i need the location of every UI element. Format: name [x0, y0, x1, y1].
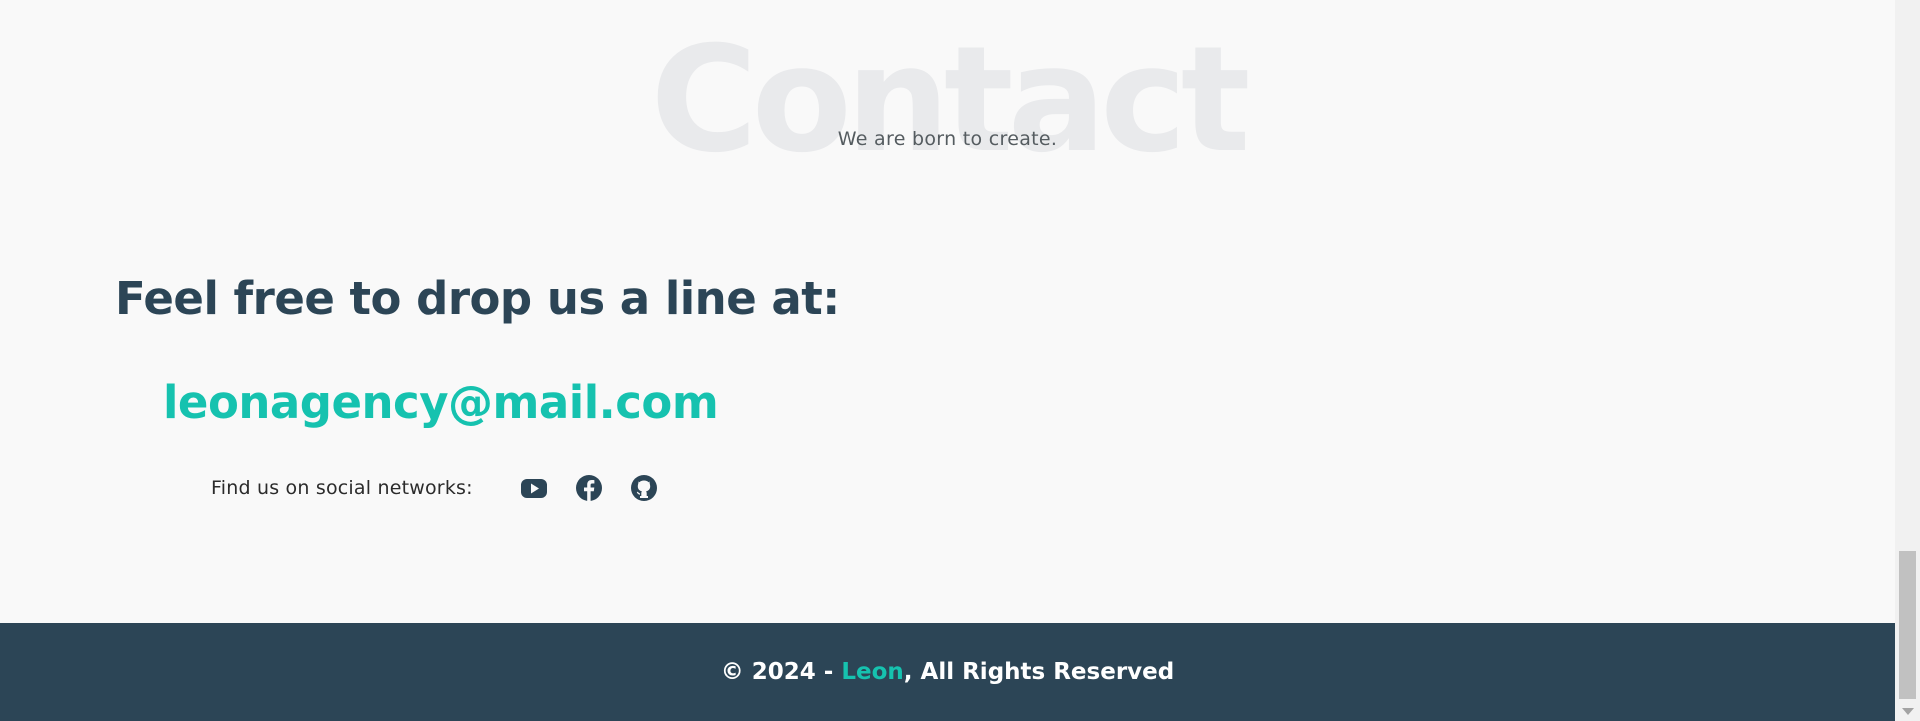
footer: © 2024 - Leon, All Rights Reserved — [0, 623, 1895, 721]
copyright-text: © 2024 - Leon, All Rights Reserved — [721, 659, 1174, 685]
facebook-icon[interactable] — [575, 474, 603, 502]
contact-background-title: Contact — [650, 15, 1250, 185]
brand-name: Leon — [841, 659, 904, 685]
contact-headline: Feel free to drop us a line at: — [115, 272, 840, 325]
github-icon[interactable] — [630, 474, 658, 502]
copyright-suffix: , All Rights Reserved — [903, 659, 1175, 685]
social-label: Find us on social networks: — [211, 477, 473, 499]
youtube-icon[interactable] — [520, 474, 548, 502]
copyright-prefix: © 2024 - — [720, 659, 842, 685]
contact-section-header: Contact We are born to create. — [0, 0, 1895, 180]
email-link[interactable]: leonagency@mail.com — [163, 376, 719, 429]
social-networks: Find us on social networks: — [211, 474, 685, 502]
contact-subtitle: We are born to create. — [837, 128, 1058, 150]
scroll-down-arrow-icon[interactable] — [1902, 708, 1914, 715]
vertical-scrollbar[interactable] — [1895, 0, 1920, 721]
scrollbar-thumb[interactable] — [1899, 551, 1916, 699]
page: Contact We are born to create. Feel free… — [0, 0, 1895, 721]
